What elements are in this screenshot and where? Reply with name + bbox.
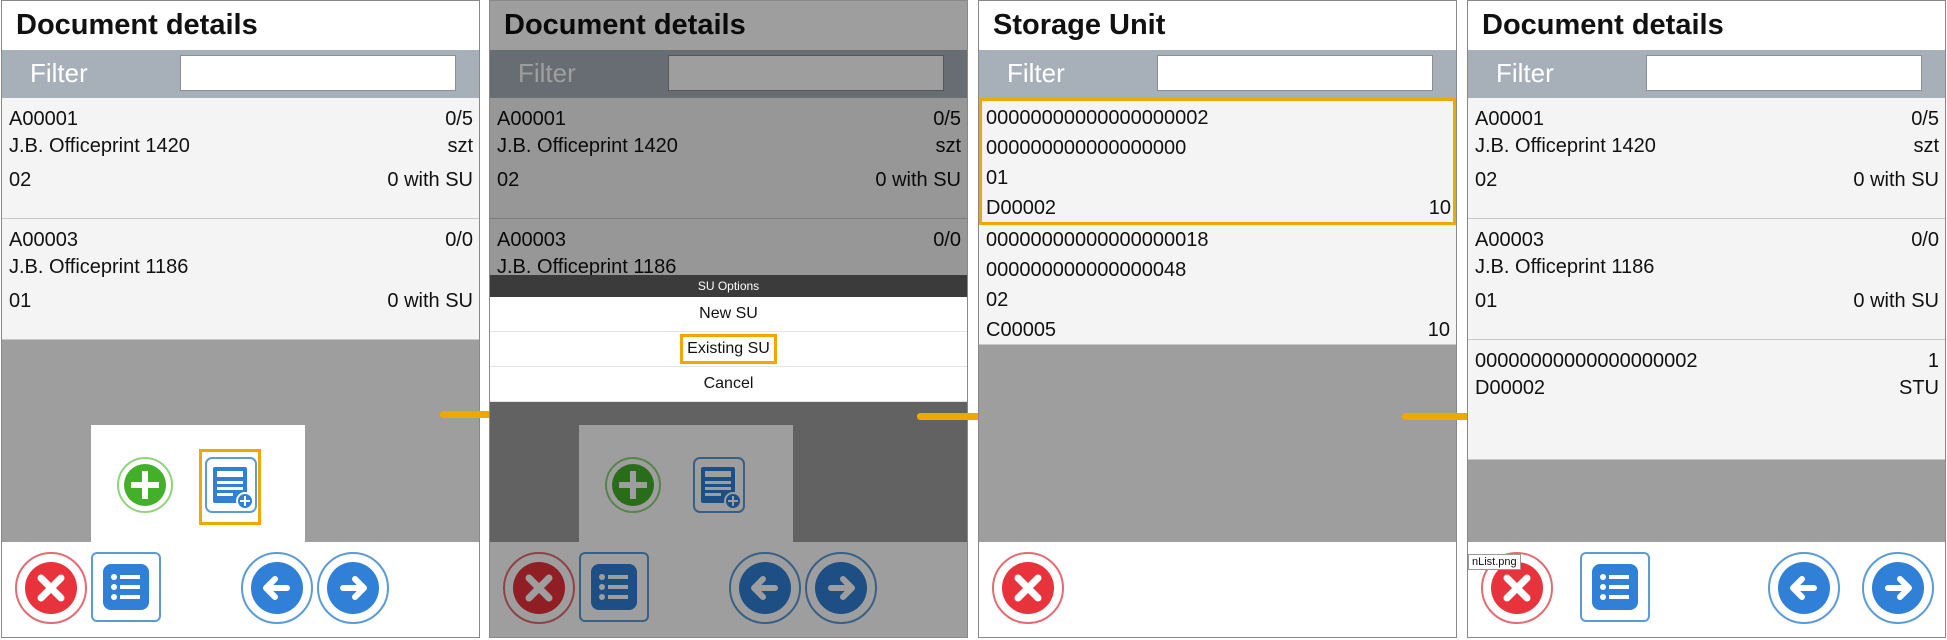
forward-arrow-icon [327, 562, 379, 614]
forward-button[interactable] [1862, 552, 1934, 624]
screen-document-details-2: Document details Filter A00001 0/5 J.B. O… [489, 0, 968, 638]
list-button[interactable] [91, 552, 161, 622]
cancel-button[interactable] [992, 552, 1064, 624]
item-list: A00001 0/5 J.B. Officeprint 1420 szt 02 0 w… [2, 98, 479, 340]
su-quantity: 10 [1428, 197, 1451, 219]
item-code: A00001 [1475, 108, 1544, 130]
add-options-popup [91, 425, 305, 543]
su-document: C00005 [986, 319, 1057, 341]
list-button[interactable] [1580, 552, 1650, 622]
filter-bar: Filter [1468, 50, 1945, 98]
item-qty: 0/5 [1911, 108, 1939, 130]
su-quantity: 10 [1427, 319, 1450, 341]
su-code: 00000000000000000018 [986, 229, 1209, 251]
su-code: 00000000000000000002 [1475, 350, 1698, 372]
filter-bar: Filter [979, 50, 1456, 98]
item-qty: 0/0 [1911, 229, 1939, 251]
su-unit: STU [1899, 377, 1939, 399]
list-icon [103, 564, 149, 610]
back-arrow-icon [1778, 562, 1830, 614]
item-location: 02 [9, 169, 32, 191]
item-name: J.B. Officeprint 1420 [1475, 135, 1656, 157]
item-code: A00003 [1475, 229, 1544, 251]
cancel-icon [25, 562, 77, 614]
bottom-toolbar [2, 542, 479, 637]
screen-document-details-1: Document details Filter A00001 0/5 J.B. O… [1, 0, 480, 638]
page-title: Storage Unit [979, 1, 1456, 50]
list-item[interactable]: A00001 0/5 J.B. Officeprint 1420 szt 02 0 w… [2, 98, 479, 219]
storage-unit-list: 00000000000000000002 000000000000000000 … [979, 98, 1456, 345]
back-button[interactable] [1768, 552, 1840, 624]
menu-item-cancel[interactable]: Cancel [490, 367, 967, 402]
menu-title: SU Options [490, 275, 967, 297]
menu-item-new-su[interactable]: New SU [490, 297, 967, 332]
filter-input[interactable] [180, 55, 456, 91]
back-button[interactable] [241, 552, 313, 624]
su-location: 01 [986, 167, 1009, 189]
item-name: J.B. Officeprint 1186 [1475, 256, 1655, 278]
item-code: A00001 [9, 108, 78, 130]
item-su-count: 0 with SU [387, 290, 473, 312]
tooltip: nList.png [1468, 554, 1521, 570]
item-unit: szt [1913, 135, 1939, 157]
cancel-button[interactable] [15, 552, 87, 624]
su-document: D00002 [1475, 377, 1546, 399]
back-arrow-icon [251, 562, 303, 614]
item-unit: szt [447, 135, 473, 157]
item-name: J.B. Officeprint 1186 [9, 256, 189, 278]
list-item[interactable]: A00001 0/5 J.B. Officeprint 1420 szt 02 0 w… [1468, 98, 1945, 219]
su-code: 00000000000000000002 [986, 107, 1209, 129]
list-icon [1592, 564, 1638, 610]
su-barcode: 000000000000000048 [986, 259, 1187, 281]
item-code: A00003 [9, 229, 78, 251]
item-location: 01 [1475, 290, 1498, 312]
item-location: 02 [1475, 169, 1498, 191]
su-entry-item[interactable]: 00000000000000000002 1 D00002 STU [1468, 340, 1945, 460]
page-title: Document details [1468, 1, 1945, 50]
filter-label: Filter [1007, 58, 1065, 88]
storage-unit-item[interactable]: 00000000000000000018 000000000000000048 … [979, 225, 1456, 345]
item-qty: 0/0 [445, 229, 473, 251]
filter-label: Filter [30, 58, 88, 88]
item-su-count: 0 with SU [1853, 169, 1939, 191]
filter-label: Filter [1496, 58, 1554, 88]
item-qty: 0/5 [445, 108, 473, 130]
forward-button[interactable] [317, 552, 389, 624]
menu-item-existing-su-label: Existing SU [680, 334, 777, 364]
list-item[interactable]: A00003 0/0 J.B. Officeprint 1186 01 0 with… [2, 219, 479, 340]
item-list: A00001 0/5 J.B. Officeprint 1420 szt 02 0 w… [1468, 98, 1945, 460]
item-location: 01 [9, 290, 32, 312]
item-su-count: 0 with SU [1853, 290, 1939, 312]
cancel-icon [1002, 562, 1054, 614]
su-document: D00002 [986, 197, 1057, 219]
su-options-menu: SU Options New SU Existing SU Cancel [490, 275, 967, 402]
filter-input[interactable] [1646, 55, 1922, 91]
forward-arrow-icon [1872, 562, 1924, 614]
bottom-toolbar [979, 542, 1456, 637]
storage-unit-item[interactable]: 00000000000000000002 000000000000000000 … [979, 98, 1456, 225]
bottom-toolbar [1468, 542, 1945, 637]
item-name: J.B. Officeprint 1420 [9, 135, 190, 157]
add-icon[interactable] [117, 457, 173, 518]
add-to-list-icon[interactable] [205, 457, 257, 518]
menu-item-existing-su[interactable]: Existing SU [490, 332, 967, 367]
filter-bar: Filter [2, 50, 479, 98]
page-title: Document details [2, 1, 479, 50]
screen-storage-unit: Storage Unit Filter 00000000000000000002… [978, 0, 1457, 638]
list-item[interactable]: A00003 0/0 J.B. Officeprint 1186 01 0 with… [1468, 219, 1945, 340]
filter-input[interactable] [1157, 55, 1433, 91]
item-su-count: 0 with SU [387, 169, 473, 191]
su-quantity: 1 [1927, 350, 1939, 372]
su-barcode: 000000000000000000 [986, 137, 1187, 159]
su-location: 02 [986, 289, 1009, 311]
screen-document-details-3: Document details Filter A00001 0/5 J.B. O… [1467, 0, 1946, 638]
